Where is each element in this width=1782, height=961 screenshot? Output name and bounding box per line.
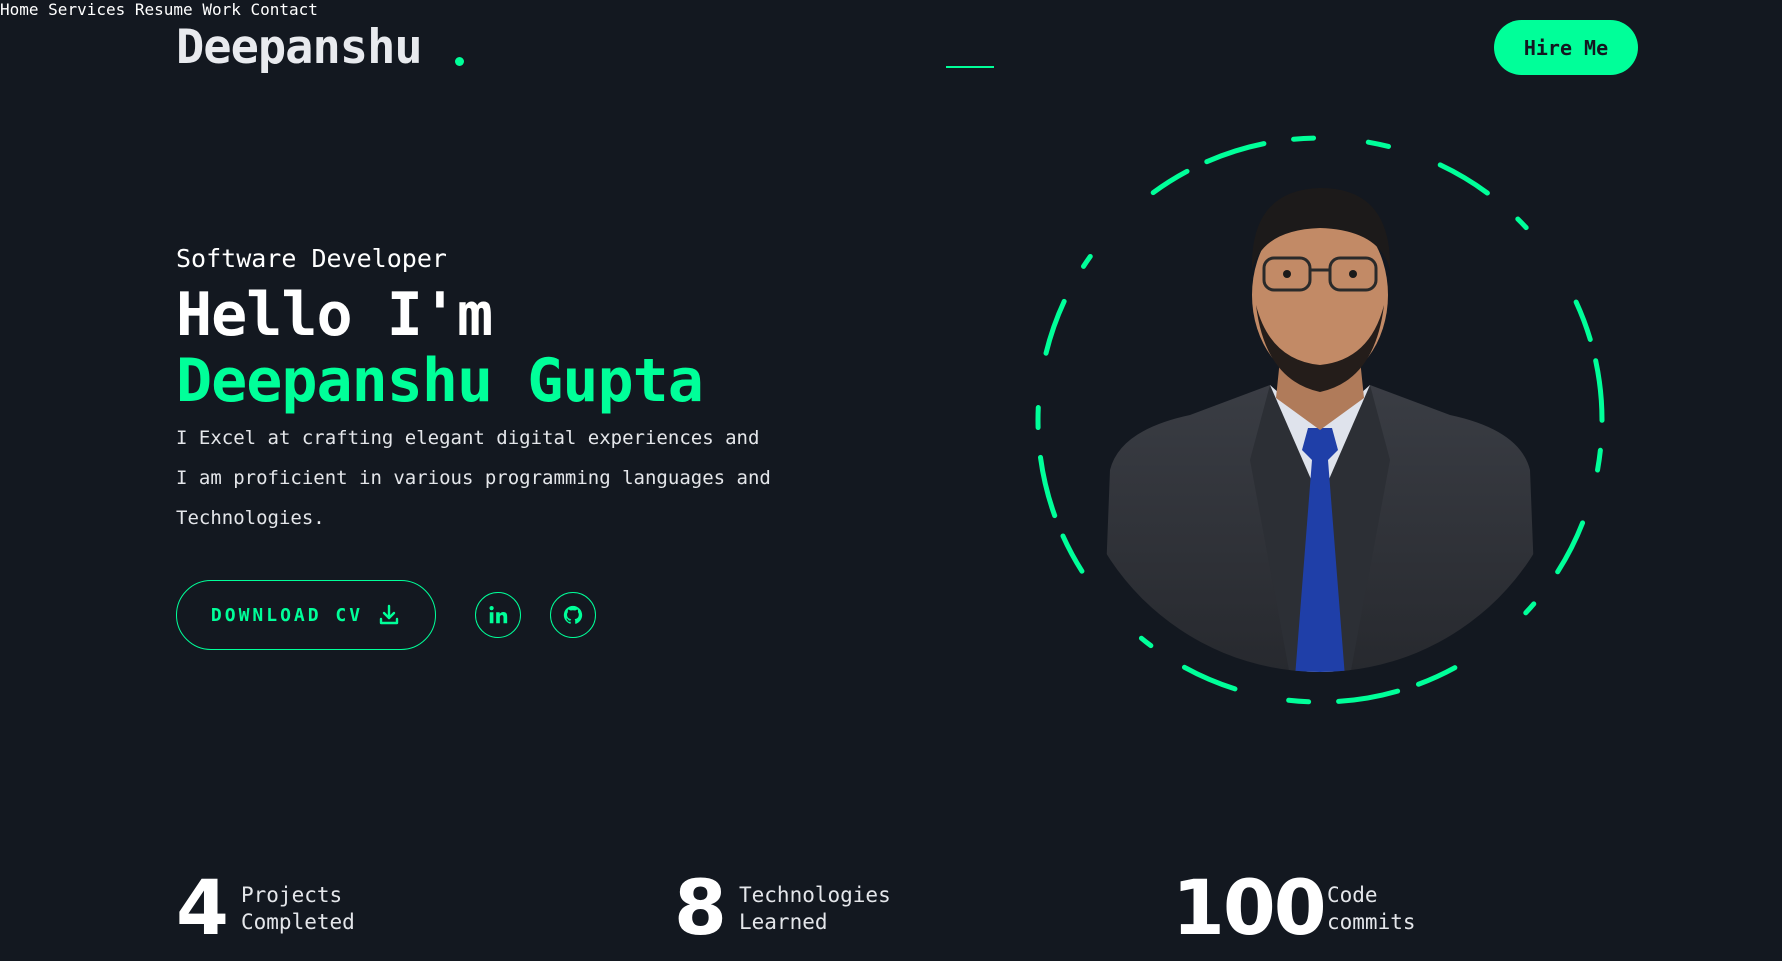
nav-resume[interactable]: Resume [135, 0, 193, 19]
download-icon [379, 604, 399, 625]
nav-services[interactable]: Services [48, 0, 125, 19]
nav-work[interactable]: Work [202, 0, 241, 19]
stat-technologies-value: 8 [674, 863, 727, 952]
linkedin-button[interactable] [475, 592, 521, 638]
nav-home[interactable]: Home [0, 0, 39, 19]
stat-projects-label: Projects Completed [241, 882, 441, 936]
role-title: Software Developer [176, 244, 447, 273]
description-line: I am proficient in various programming l… [176, 467, 771, 489]
description-line: I Excel at crafting elegant digital expe… [176, 427, 760, 449]
github-button[interactable] [550, 592, 596, 638]
stat-label-line: commits [1327, 910, 1416, 934]
stat-label-line: Code [1327, 883, 1378, 907]
stat-projects-value: 4 [176, 863, 229, 952]
main-nav: Home Services Resume Work Contact [0, 0, 1782, 19]
logo-dot [455, 57, 464, 66]
github-icon [563, 605, 583, 624]
site-logo[interactable]: Deepanshu [176, 20, 423, 75]
stat-label-line: Projects [241, 883, 343, 907]
stat-commits-label: Code commits [1327, 882, 1527, 936]
profile-illustration [1035, 135, 1605, 705]
download-cv-label: DOWNLOAD CV [210, 604, 364, 626]
hire-me-button[interactable]: Hire Me [1494, 20, 1638, 75]
description-line: Technologies. [176, 507, 325, 529]
stat-commits-value: 100 [1172, 863, 1327, 952]
stat-label-line: Technologies [739, 883, 891, 907]
name-heading: Deepanshu Gupta [176, 346, 704, 416]
portfolio-page: Deepanshu Home Services Resume Work Cont… [0, 0, 1782, 961]
stat-technologies-label: Technologies Learned [739, 882, 939, 936]
nav-active-underline [946, 66, 994, 68]
stat-label-line: Learned [739, 910, 828, 934]
profile-photo-area [1020, 130, 1620, 730]
nav-contact[interactable]: Contact [250, 0, 317, 19]
hero-description: I Excel at crafting elegant digital expe… [176, 418, 836, 538]
greeting-heading: Hello I'm [176, 280, 493, 350]
profile-photo [1100, 188, 1540, 672]
download-cv-button[interactable]: DOWNLOAD CV [176, 580, 436, 650]
linkedin-icon [489, 606, 508, 624]
stat-label-line: Completed [241, 910, 355, 934]
